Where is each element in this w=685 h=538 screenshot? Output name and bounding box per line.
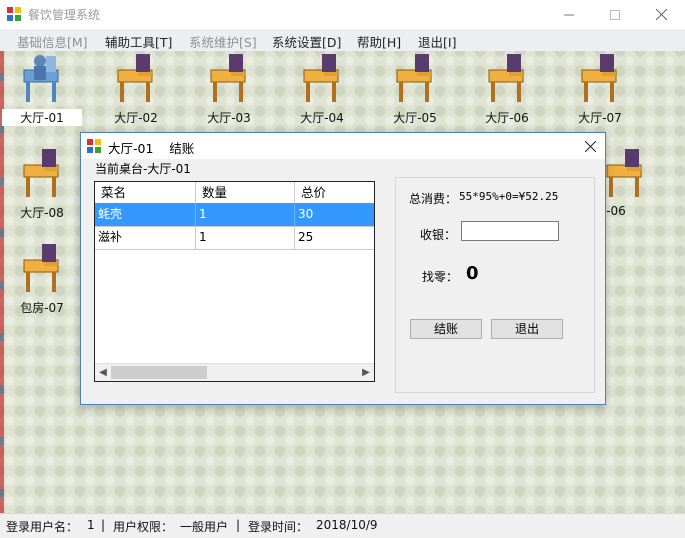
status-role-value: 一般用户 (180, 520, 229, 534)
cell-qty: 1 (196, 203, 295, 226)
total-label: 总消费： (409, 192, 458, 206)
current-table-caption: 当前桌台-大厅-01 (95, 162, 191, 176)
menu-settings[interactable]: 系统设置[D] (272, 32, 341, 51)
cell-total: 30 (298, 207, 314, 221)
desk-hall-04[interactable]: 大厅-04 (282, 52, 362, 125)
close-icon (655, 9, 667, 20)
horizontal-scrollbar[interactable]: ◀ ▶ (95, 363, 374, 381)
status-time-value: 2018/10/9 (316, 518, 378, 532)
desk-room-07[interactable]: 包房-07 (2, 242, 82, 315)
menu-bar: 基础信息[M] 辅助工具[T] 系统维护[S] 系统设置[D] 帮助[H] 退出… (0, 29, 685, 51)
payment-panel (395, 177, 595, 393)
desk-label: 大厅-08 (20, 206, 64, 220)
table-icon (606, 149, 642, 197)
column-header-total[interactable]: 总价 (295, 182, 374, 203)
status-bar: 登录用户名： 1 | 用户权限： 一般用户 | 登录时间： 2018/10/9 (0, 513, 685, 538)
paid-label: 收银： (420, 228, 457, 242)
menu-maintenance[interactable]: 系统维护[S] (189, 32, 257, 51)
desk-label: 大厅-01 (2, 109, 82, 126)
change-value: 0 (466, 263, 479, 284)
scrollbar-thumb[interactable] (111, 366, 207, 379)
app-icon (87, 139, 101, 153)
close-icon (584, 140, 596, 152)
total-value: 55*95%+0=¥52.25 (459, 190, 559, 203)
occupied-table-icon (23, 55, 59, 102)
table-icon (488, 54, 524, 102)
desk-label: 大厅-04 (300, 111, 344, 125)
cell-total: 25 (298, 230, 314, 244)
desk-label: 大厅-05 (393, 111, 437, 125)
title-bar: 餐饮管理系统 (0, 0, 685, 29)
desk-label: 大厅-06 (485, 111, 529, 125)
table-icon (210, 54, 246, 102)
close-button[interactable] (638, 0, 684, 29)
table-row[interactable]: 蚝壳 1 30 (95, 203, 374, 227)
status-time-label: 登录时间： (248, 520, 309, 534)
dialog-close-button[interactable] (575, 133, 605, 159)
dialog-title-bar: 大厅-01 结账 (81, 133, 605, 159)
paid-input[interactable] (461, 221, 559, 241)
desk-label: 大厅-03 (207, 111, 251, 125)
table-icon (23, 244, 59, 292)
window-title: 餐饮管理系统 (28, 8, 101, 22)
checkout-dialog: 大厅-01 结账 当前桌台-大厅-01 菜名 数量 总价 蚝壳 1 30 滋补 … (80, 132, 606, 405)
status-user-value: 1 (87, 518, 95, 532)
scroll-right-icon[interactable]: ▶ (359, 366, 373, 379)
minimize-icon (564, 14, 574, 15)
menu-help[interactable]: 帮助[H] (357, 32, 401, 51)
column-header-qty[interactable]: 数量 (196, 182, 295, 203)
change-label: 找零： (422, 270, 459, 284)
menu-basic-info[interactable]: 基础信息[M] (17, 32, 88, 51)
desk-label: 包房-07 (20, 301, 64, 315)
order-grid[interactable]: 菜名 数量 总价 蚝壳 1 30 滋补 1 25 ◀ ▶ (94, 181, 375, 382)
status-separator: | (101, 518, 106, 532)
desk-hall-06[interactable]: 大厅-06 (467, 52, 547, 125)
cell-name: 滋补 (95, 226, 196, 249)
menu-tools[interactable]: 辅助工具[T] (105, 32, 172, 51)
table-icon (396, 54, 432, 102)
scroll-left-icon[interactable]: ◀ (96, 366, 110, 379)
exit-button[interactable]: 退出 (491, 319, 563, 339)
maximize-button[interactable] (592, 0, 638, 29)
desk-hall-05[interactable]: 大厅-05 (375, 52, 455, 125)
grid-header: 菜名 数量 总价 (95, 182, 374, 204)
app-icon (7, 7, 21, 21)
column-header-name[interactable]: 菜名 (95, 182, 196, 203)
table-icon (23, 149, 59, 197)
desk-hall-07[interactable]: 大厅-07 (560, 52, 640, 125)
table-row[interactable]: 滋补 1 25 (95, 226, 374, 250)
minimize-button[interactable] (546, 0, 592, 29)
status-role-label: 用户权限： (113, 520, 174, 534)
desk-hall-01[interactable]: 大厅-01 (2, 52, 82, 126)
cell-qty: 1 (196, 226, 295, 249)
table-icon (303, 54, 339, 102)
table-icon (117, 54, 153, 102)
status-user-label: 登录用户名： (6, 520, 79, 534)
table-icon (581, 54, 617, 102)
status-separator: | (236, 518, 241, 532)
dialog-title: 大厅-01 结账 (108, 141, 195, 156)
desk-hall-08[interactable]: 大厅-08 (2, 147, 82, 220)
desk-hall-02[interactable]: 大厅-02 (96, 52, 176, 125)
checkout-button[interactable]: 结账 (410, 319, 482, 339)
maximize-icon (610, 9, 620, 20)
menu-exit[interactable]: 退出[I] (418, 32, 456, 51)
desk-label: 大厅-02 (114, 111, 158, 125)
cell-name: 蚝壳 (95, 203, 196, 226)
desk-hall-03[interactable]: 大厅-03 (189, 52, 269, 125)
desk-label: 大厅-07 (578, 111, 622, 125)
